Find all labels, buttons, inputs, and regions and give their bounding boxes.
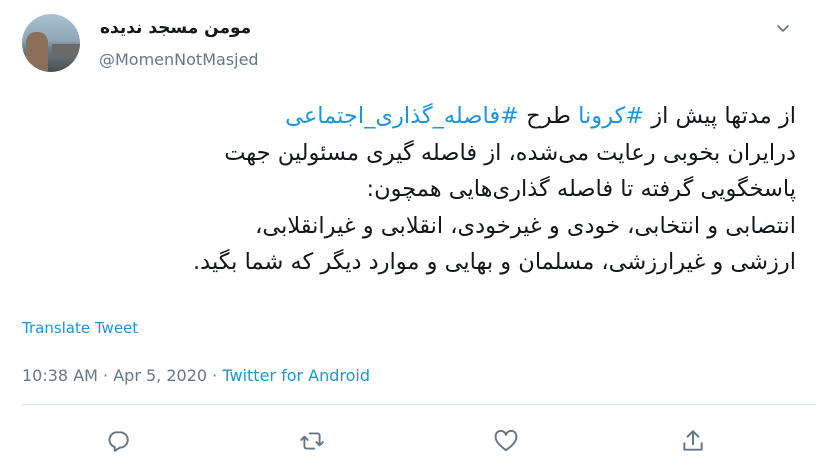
tweet-text: از مدتها پیش از #کرونا طرح #فاصله_گذاری_… (6, 98, 796, 281)
retweet-icon[interactable] (299, 428, 325, 454)
like-icon[interactable] (493, 428, 519, 454)
tweet-line: درایران بخوبی رعایت می‌شده، از فاصله گیر… (6, 135, 796, 172)
tweet-text-segment: درایران بخوبی رعایت می‌شده، از فاصله گیر… (224, 139, 796, 166)
tweet-date[interactable]: Apr 5, 2020 (113, 366, 207, 385)
translate-tweet-link[interactable]: Translate Tweet (22, 319, 138, 337)
avatar-background (52, 44, 80, 58)
hashtag-link[interactable]: #فاصله_گذاری_اجتماعی (285, 103, 519, 129)
tweet-meta: 10:38 AM · Apr 5, 2020 · Twitter for And… (22, 366, 370, 385)
tweet-text-segment: انتصابی و انتخابی، خودی و غیرخودی، انقلا… (255, 212, 796, 239)
chevron-down-icon[interactable] (775, 20, 791, 36)
author-display-name[interactable]: مومن مسجد ندیده (100, 18, 251, 38)
tweet-line: از مدتها پیش از #کرونا طرح #فاصله_گذاری_… (6, 98, 796, 135)
tweet-source[interactable]: Twitter for Android (222, 366, 370, 385)
tweet-line: پاسخگویی گرفته تا فاصله گذاری‌هایی همچون… (6, 171, 796, 208)
reply-icon[interactable] (105, 428, 131, 454)
tweet-text-segment: طرح (518, 103, 579, 129)
author-handle[interactable]: @MomenNotMasjed (99, 50, 259, 69)
hashtag-link[interactable]: #کرونا (578, 103, 644, 129)
avatar[interactable] (22, 14, 80, 72)
tweet-text-segment: پاسخگویی گرفته تا فاصله گذاری‌هایی همچون… (366, 176, 796, 202)
divider (22, 404, 816, 405)
tweet-time[interactable]: 10:38 AM (22, 366, 98, 385)
share-icon[interactable] (680, 428, 706, 454)
tweet-line: انتصابی و انتخابی، خودی و غیرخودی، انقلا… (6, 208, 796, 245)
meta-separator: · (212, 366, 218, 385)
tweet-text-segment: ارزشی و غیرارزشی، مسلمان و بهایی و موارد… (192, 249, 796, 275)
tweet-text-segment: از مدتها پیش از (644, 103, 796, 129)
meta-separator: · (103, 366, 109, 385)
tweet-line: ارزشی و غیرارزشی، مسلمان و بهایی و موارد… (6, 244, 796, 281)
avatar-figure (26, 32, 48, 72)
